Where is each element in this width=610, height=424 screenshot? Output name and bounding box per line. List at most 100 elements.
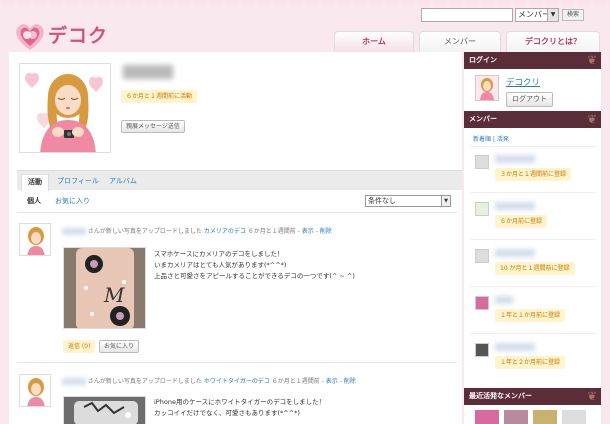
feed-avatar[interactable] (19, 374, 51, 407)
nav-tab-member[interactable]: メンバー (419, 31, 501, 52)
divider (17, 212, 457, 213)
login-avatar[interactable] (475, 75, 499, 101)
nav-tab-about[interactable]: デコクリとは？ (506, 31, 600, 52)
feed-action-text: さんが新しい写真をアップロードしました (87, 378, 202, 385)
member-name-blurred[interactable] (495, 155, 535, 163)
active-member-avatar[interactable] (533, 410, 557, 424)
member-joined: 10 か月と１週間前に登録 (495, 262, 575, 275)
logout-button[interactable]: ログアウト (506, 92, 553, 107)
feed-description: iPhone用のケースにホワイトタイガーのデコをしました！ カッコイイだけでなく… (154, 397, 325, 419)
divider (17, 362, 457, 363)
tab-activity[interactable]: 活動 (21, 174, 49, 191)
feed-line: スマホケースにカメリアのデコをしました！ (154, 250, 284, 258)
member-name-blurred[interactable] (495, 202, 535, 210)
send-message-button[interactable]: 親展メッセージ送信 (121, 120, 185, 133)
member-name-blurred[interactable] (495, 249, 535, 257)
phone-case-photo (64, 397, 145, 424)
favorite-button[interactable]: お気に入り (99, 340, 140, 353)
feed-photo[interactable] (63, 396, 146, 424)
member-item[interactable]: １年と１か月前に登録 (475, 294, 595, 331)
feed-action-text: さんが新しい写真をアップロードしました (87, 228, 202, 235)
member-avatar[interactable] (475, 202, 489, 216)
member-joined: １年と１か月前に登録 (495, 309, 566, 322)
user-name-blurred (123, 65, 173, 79)
search-input[interactable] (421, 8, 513, 22)
feed-time: ６か月と１週間前 (247, 228, 296, 235)
member-item[interactable]: ６か月前に登録 (475, 200, 595, 237)
feed-line: iPhone用のケースにホワイトタイガーのデコをしました！ (154, 398, 326, 406)
avatar-illustration (20, 224, 50, 255)
site-logo[interactable]: デコクリ (14, 22, 126, 75)
member-avatar[interactable] (475, 249, 489, 263)
subtab-favorites[interactable]: お気に入り (55, 195, 90, 207)
profile-illustration (20, 64, 110, 152)
feed-header: さんが新しい写真をアップロードしました カメリアのデコ ６か月と１週間前 - 表… (62, 227, 332, 236)
feed-photo-link[interactable]: カメリアのデコ (204, 228, 246, 235)
profile-tabs: 活動 プロフィール アルバム (17, 170, 462, 191)
feed-delete-link[interactable]: 削除 (344, 378, 356, 385)
search-scope-select[interactable]: メンバー ▼ (515, 8, 559, 22)
sort-active-link[interactable]: 活発 (497, 136, 509, 143)
member-item[interactable]: 10 か月と１週間前に登録 (475, 247, 595, 284)
svg-text:M: M (103, 283, 125, 307)
flourish-icon: ❦ (586, 389, 597, 403)
active-member-avatar[interactable] (504, 410, 528, 424)
feed-line: 上品さと可愛さをアピールすることができるデコの一つです(^ ~ ^) (154, 272, 355, 280)
feed-line: カッコイイだけでなく、可愛さもあります(*^^*) (154, 409, 300, 417)
member-avatar[interactable] (475, 296, 489, 310)
feed-user-blurred[interactable] (62, 378, 86, 385)
feed-line: いまカメリアはとても人気があります(*^^*) (154, 261, 287, 269)
main-content: ６か月と１週間前に活動 親展メッセージ送信 活動 プロフィール アルバム 個人 … (9, 52, 462, 424)
logout-label: ログアウト (506, 92, 553, 107)
feed-time: ６か月と１週間前 (271, 378, 320, 385)
tab-album[interactable]: アルバム (109, 174, 137, 188)
heart-logo-icon (16, 24, 44, 50)
sidebar: ログイン ❦ デコクリ ログアウト メンバー ❦ 新着順 | 活発 ３か月と１週間前… (464, 52, 601, 424)
active-member-avatar[interactable] (562, 410, 586, 424)
member-sort: 新着順 | 活発 (473, 134, 509, 143)
feed-show-link[interactable]: 表示 (302, 228, 314, 235)
member-name-blurred[interactable] (495, 296, 513, 304)
subtab-personal[interactable]: 個人 (27, 195, 41, 207)
active-members-title: 最近活発なメンバー ❦ (464, 388, 601, 405)
feed-photo-link[interactable]: ホワイトタイガーのデコ (204, 378, 270, 385)
login-user-link[interactable]: デコクリ (506, 76, 540, 88)
member-avatar[interactable] (475, 343, 489, 357)
feed-show-link[interactable]: 表示 (326, 378, 338, 385)
search-scope-value: メンバー (518, 10, 550, 19)
members-panel-title-text: メンバー (469, 115, 497, 123)
member-avatar[interactable] (475, 155, 489, 169)
member-joined: １年と２か月前に登録 (495, 356, 566, 369)
flourish-icon: ❦ (586, 53, 597, 67)
member-joined-text: １年と２か月前に登録 (495, 356, 566, 369)
search-button[interactable]: 検索 (562, 9, 584, 21)
feed-avatar[interactable] (19, 223, 51, 256)
tab-profile[interactable]: プロフィール (57, 174, 99, 188)
divider (470, 192, 596, 193)
active-members-title-text: 最近活発なメンバー (469, 392, 532, 400)
profile-image (19, 63, 111, 153)
member-item[interactable]: １年と２か月前に登録 (475, 341, 595, 378)
member-item[interactable]: ３か月と１週間前に登録 (475, 153, 595, 190)
sort-new-link[interactable]: 新着順 (473, 136, 491, 143)
feed-delete-link[interactable]: 削除 (320, 228, 332, 235)
divider (470, 286, 596, 287)
last-activity-badge: ６か月と１週間前に活動 (121, 90, 198, 103)
login-panel-title-text: ログイン (469, 56, 497, 64)
divider (470, 333, 596, 334)
feed-user-blurred[interactable] (62, 228, 86, 235)
login-panel-title: ログイン ❦ (464, 52, 601, 69)
active-member-avatar[interactable] (475, 410, 499, 424)
member-joined-text: 10 か月と１週間前に登録 (495, 262, 575, 275)
avatar-illustration (20, 375, 50, 406)
reply-button[interactable]: 返信 (0) (63, 340, 96, 353)
filter-select[interactable]: 条件なし ▼ (365, 195, 451, 207)
member-joined-text: ３か月と１週間前に登録 (495, 168, 572, 181)
phone-case-photo: M (64, 248, 145, 328)
feed-header: さんが新しい写真をアップロードしました ホワイトタイガーのデコ ６か月と１週間前… (62, 377, 356, 386)
nav-tab-home[interactable]: ホーム (334, 31, 414, 52)
member-joined-text: ６か月前に登録 (495, 215, 548, 228)
last-activity-text: ６か月と１週間前に活動 (121, 90, 198, 103)
member-name-blurred[interactable] (495, 343, 535, 351)
feed-photo[interactable]: M (63, 247, 146, 329)
